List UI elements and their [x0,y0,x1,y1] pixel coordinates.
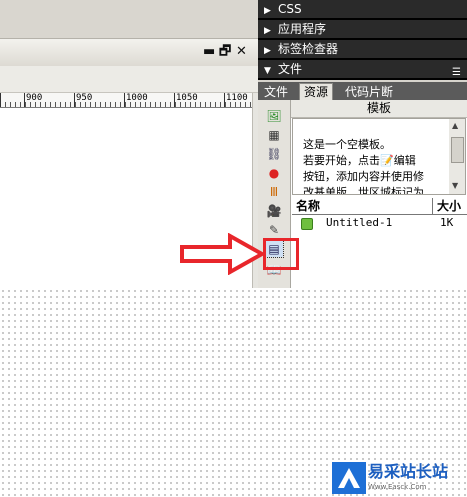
panel-group-label: 文件 [278,62,303,76]
minimize-button[interactable]: ▬ [203,45,215,59]
preview-line: 改基单版…世区城标记为 [303,186,424,195]
panel-group-application[interactable]: ▶ 应用程序 [258,20,467,40]
asset-category-title: 模板 [291,100,467,118]
red-highlight-box [263,238,299,270]
collapse-arrow-icon: ▼ [264,66,271,76]
ruler-label: 1100 [226,93,248,103]
tab-bar: 文件 资源 代码片断 [258,82,467,100]
panel-group-tag-inspector[interactable]: ▶ 标签检查器 [258,40,467,60]
urls-icon[interactable]: ⛓ [265,146,283,162]
document-top-area [0,0,258,38]
maximize-button[interactable]: 🗗 [219,45,231,59]
panel-group-css[interactable]: ▶ CSS [258,0,467,20]
assets-list-header: 名称 大小 [292,198,467,215]
asset-size: 1K [440,216,454,229]
ruler-major-tick [174,93,175,107]
expand-arrow-icon: ▶ [264,26,271,36]
ruler-major-tick [224,93,225,107]
scroll-down-icon[interactable]: ▼ [452,181,458,190]
tab-assets[interactable]: 资源 [299,83,334,100]
ruler-major-tick [74,93,75,107]
watermark: 易采站长站 Www.Easck.Com [332,462,467,496]
panel-group-label: CSS [278,2,302,16]
document-titlebar: ▬ 🗗 ✕ [0,38,258,68]
panel-options-menu-icon[interactable]: ☰ [452,64,461,82]
images-icon[interactable]: 🖼 [265,108,283,124]
panel-group-label: 标签检查器 [278,42,339,56]
tab-snippets[interactable]: 代码片断 [341,84,397,100]
ruler-label: 1050 [176,93,198,103]
colors-icon[interactable]: ▦ [265,127,283,143]
expand-arrow-icon: ▶ [264,6,271,16]
column-size-header[interactable]: 大小 [432,198,461,214]
template-preview: 这是一个空模板。 若要开始，点击📝编辑 按钮，添加内容并使用修 改基单版…世区城… [292,118,451,195]
scroll-thumb[interactable] [451,137,464,163]
asset-name: Untitled-1 [326,216,393,229]
tab-files[interactable]: 文件 [260,84,292,100]
watermark-text: 易采站长站 [368,462,449,481]
red-arrow-annotation [180,233,267,275]
flash-icon[interactable]: ● [265,165,283,181]
horizontal-ruler: 900 950 1000 1050 1100 [0,93,258,108]
ruler-label: 1000 [126,93,148,103]
ruler-major-tick [124,93,125,107]
watermark-logo [332,462,366,494]
list-item[interactable]: Untitled-1 1K [292,215,467,231]
expand-arrow-icon: ▶ [264,46,271,56]
panel-group-label: 应用程序 [278,22,327,36]
panel-group-files[interactable]: ▼ 文件 ☰ [258,60,467,80]
preview-line: 按钮，添加内容并使用修 [303,170,424,183]
preview-scrollbar[interactable]: ▲ ▼ [449,118,466,195]
movies-icon[interactable]: 🎥 [265,203,283,219]
preview-text: 这是一个空模板。 若要开始，点击📝编辑 按钮，添加内容并使用修 改基单版…世区城… [303,137,443,195]
template-file-icon [301,218,313,230]
watermark-subtext: Www.Easck.Com [368,483,427,491]
close-button[interactable]: ✕ [236,45,247,59]
ruler-major-tick [24,93,25,107]
shockwave-icon[interactable]: Ⅲ [265,184,283,200]
preview-line: 这是一个空模板。 [303,138,391,151]
ruler-label: 950 [76,93,93,103]
document-toolbar [0,66,258,93]
scroll-up-icon[interactable]: ▲ [452,121,458,130]
ruler-major-tick [0,93,1,107]
assets-panel: 模板 这是一个空模板。 若要开始，点击📝编辑 按钮，添加内容并使用修 改基单版…… [291,100,467,288]
ruler-label: 900 [26,93,43,103]
preview-line: 若要开始，点击📝编辑 [303,154,416,167]
column-name-header[interactable]: 名称 [296,198,320,214]
